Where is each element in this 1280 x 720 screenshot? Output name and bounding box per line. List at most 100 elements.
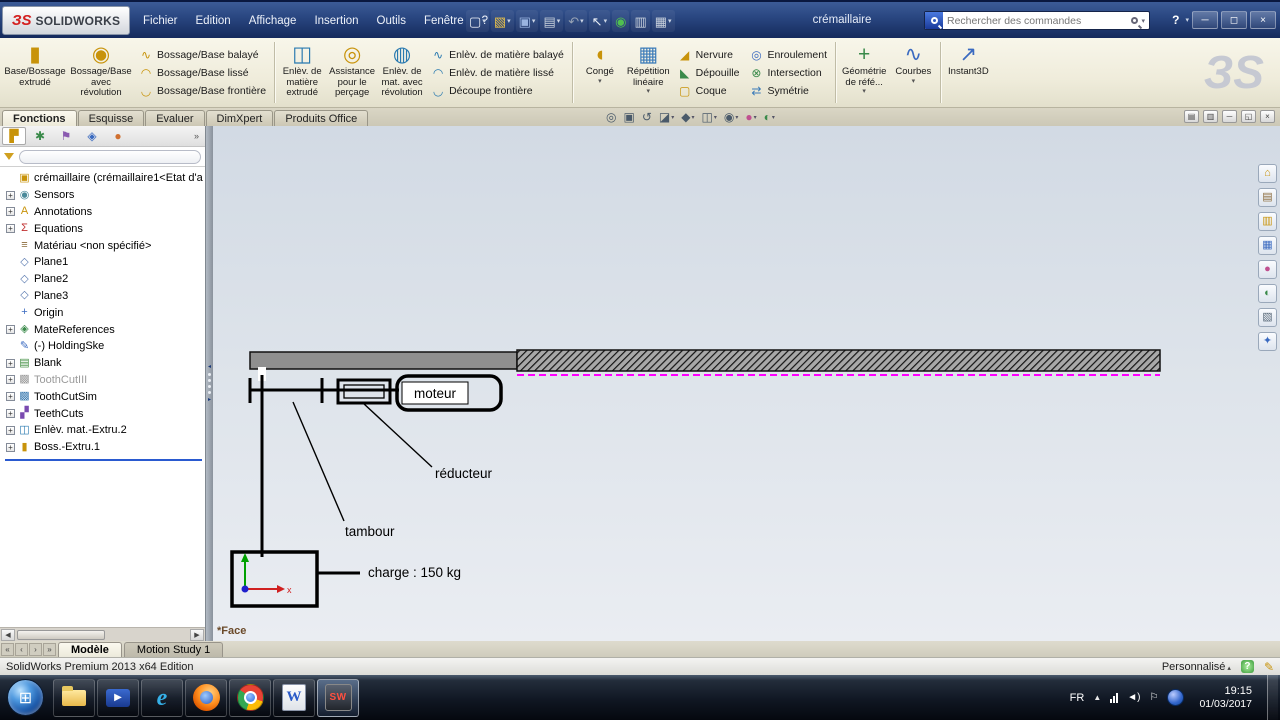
undo-icon[interactable]: ↶ ▾ [565, 10, 587, 32]
save-icon[interactable]: ▣ ▾ [515, 10, 539, 32]
instant3d-button[interactable]: ↗ Instant3D [944, 40, 992, 105]
units-selector[interactable]: Personnalisé ▴ [1162, 661, 1231, 673]
document-minimize-button[interactable]: ─ [1222, 110, 1237, 123]
tree-item[interactable]: ≡ Matériau <non spécifié> [2, 237, 205, 254]
swept-boss-button[interactable]: ∿ Bossage/Base balayé [139, 48, 266, 62]
scroll-right-arrow-icon[interactable]: ▶ [190, 628, 204, 641]
document-tab[interactable]: Modèle [58, 642, 122, 657]
swept-cut-button[interactable]: ∿ Enlèv. de matière balayé [431, 48, 564, 62]
file-properties-icon[interactable]: ▥ [631, 10, 650, 32]
section-view-icon[interactable]: ◪ ▾ [659, 110, 674, 124]
search-input[interactable] [943, 14, 1132, 27]
media-player-taskbar-button[interactable]: ▶ [97, 678, 139, 717]
scrollbar-thumb[interactable] [17, 629, 105, 640]
command-manager-tab[interactable]: DimXpert [205, 110, 274, 126]
menu-item[interactable]: Affichage [240, 12, 306, 30]
graphics-area[interactable]: moteur réducteur tambour charge : 150 kg… [213, 126, 1280, 641]
menu-item[interactable]: Fenêtre [415, 12, 473, 30]
forum-icon[interactable]: ✦ [1258, 332, 1277, 351]
revolved-boss-button[interactable]: ◉ Bossage/Base avec révolution [68, 40, 134, 105]
rack-hatched-bar[interactable] [516, 349, 1161, 372]
tree-item[interactable]: ◇ Plane2 [2, 271, 205, 288]
menu-item[interactable]: Edition [187, 12, 240, 30]
tree-item[interactable]: ◇ Plane1 [2, 254, 205, 271]
document-close-button[interactable]: × [1260, 110, 1275, 123]
rail-bar[interactable] [249, 351, 518, 370]
curves-button[interactable]: ∿ Courbes ▾ [889, 40, 937, 105]
hide-show-items-icon[interactable]: ◉ ▾ [724, 110, 739, 124]
caret-icon[interactable]: ▾ [714, 114, 717, 121]
expand-toggle-icon[interactable]: + [6, 325, 15, 335]
menu-item[interactable]: Fichier [134, 12, 187, 30]
rib-button[interactable]: ◢ Nervure [678, 48, 740, 62]
minimize-button[interactable]: ─ [1192, 11, 1218, 29]
caret-icon[interactable]: ▾ [691, 114, 694, 121]
revolved-cut-button[interactable]: ◍ Enlèv. de mat. avec révolution [378, 40, 426, 105]
intersect-button[interactable]: ⊗ Intersection [749, 66, 827, 80]
print-icon[interactable]: ▤ ▾ [540, 10, 564, 32]
dropdown-caret-icon[interactable]: ▾ [604, 17, 608, 25]
expand-toggle-icon[interactable]: + [6, 425, 15, 435]
command-manager-tab[interactable]: Esquisse [77, 110, 145, 126]
shell-button[interactable]: ▢ Coque [678, 84, 740, 98]
propertymanager-tab-icon[interactable]: ✱ [28, 127, 52, 145]
tree-item[interactable]: + ▞ TeethCuts [2, 405, 205, 422]
edit-sketch-icon[interactable]: ✎ [1264, 660, 1274, 674]
extruded-boss-button[interactable]: ▮ Base/Bossage extrudé [2, 40, 68, 105]
previous-view-icon[interactable]: ↺ [642, 110, 652, 124]
document-pane-split-icon[interactable]: ▥ [1203, 110, 1218, 123]
tray-app-icon[interactable] [1167, 689, 1185, 706]
search-submit-icon[interactable] [1131, 17, 1139, 24]
dropdown-caret-icon[interactable]: ▾ [668, 17, 672, 25]
tab-nav-arrow-icon[interactable]: « [1, 643, 14, 656]
tree-item[interactable]: + ◫ Enlèv. mat.-Extru.2 [2, 422, 205, 439]
search-scope-caret-icon[interactable]: ▾ [1141, 17, 1145, 25]
display-style-icon[interactable]: ◫ ▾ [702, 110, 717, 124]
splitter-expand-icon[interactable]: ▸ [208, 397, 211, 403]
extruded-cut-button[interactable]: ◫ Enlèv. de matière extrudé [278, 40, 326, 105]
open-icon[interactable]: ▧ ▾ [490, 10, 514, 32]
dropdown-caret-icon[interactable]: ▾ [482, 17, 486, 25]
select-icon[interactable]: ↖ ▾ [588, 10, 611, 32]
panel-splitter[interactable]: ◂ ▸ [206, 126, 213, 641]
linear-pattern-button[interactable]: ▦ Répétition linéaire ▾ [624, 40, 673, 105]
tree-root-item[interactable]: ▣ crémaillaire (crémaillaire1<Etat d'a [2, 170, 205, 187]
close-button[interactable]: × [1250, 11, 1276, 29]
tree-item[interactable]: + ◈ MateReferences [2, 321, 205, 338]
caret-icon[interactable]: ▾ [772, 114, 775, 121]
command-search-box[interactable]: ▾ [924, 11, 1150, 30]
network-icon[interactable] [1110, 692, 1119, 703]
expand-toggle-icon[interactable]: + [6, 358, 15, 368]
rebuild-icon[interactable]: ◉ [612, 10, 630, 32]
tree-item[interactable]: + ▤ Blank [2, 355, 205, 372]
document-restore-button[interactable]: ◱ [1241, 110, 1256, 123]
word-taskbar-button[interactable]: W [273, 678, 315, 717]
explorer-taskbar-button[interactable] [53, 678, 95, 717]
dropdown-caret-icon[interactable]: ▾ [507, 17, 511, 25]
start-button[interactable]: ⊞ [7, 679, 44, 716]
zoom-area-icon[interactable]: ▣ [623, 110, 634, 124]
help-button[interactable]: ? [1169, 13, 1182, 27]
expand-toggle-icon[interactable]: + [6, 207, 15, 217]
draft-button[interactable]: ◣ Dépouille [678, 66, 739, 80]
language-indicator[interactable]: FR [1070, 692, 1085, 704]
solidworks-resources-icon[interactable]: ⌂ [1258, 164, 1277, 183]
expand-toggle-icon[interactable]: + [6, 190, 15, 200]
caret-icon[interactable]: ▾ [735, 114, 738, 121]
lofted-boss-button[interactable]: ◠ Bossage/Base lissé [139, 66, 266, 80]
custom-properties-icon[interactable]: ▧ [1258, 308, 1277, 327]
featuremanager-tab-icon[interactable]: ▛ [2, 127, 26, 145]
tab-nav-arrow-icon[interactable]: » [43, 643, 56, 656]
reference-geometry-button[interactable]: + Géométrie de réfé... ▾ [839, 40, 889, 105]
tree-item[interactable]: + ◉ Sensors [2, 187, 205, 204]
panel-horizontal-scrollbar[interactable]: ◀ ▶ [0, 627, 205, 641]
caret-icon[interactable]: ▾ [671, 114, 674, 121]
tree-item[interactable]: + ▮ Boss.-Extru.1 [2, 439, 205, 456]
tree-item[interactable]: + ▩ ToothCutSim [2, 388, 205, 405]
boundary-cut-button[interactable]: ◡ Découpe frontière [431, 84, 564, 98]
apply-scene-icon[interactable]: ◐ ▾ [764, 110, 775, 124]
scroll-left-arrow-icon[interactable]: ◀ [1, 628, 15, 641]
dropdown-caret-icon[interactable]: ▾ [580, 17, 584, 25]
firefox-taskbar-button[interactable] [185, 678, 227, 717]
internet-explorer-taskbar-button[interactable]: e [141, 678, 183, 717]
